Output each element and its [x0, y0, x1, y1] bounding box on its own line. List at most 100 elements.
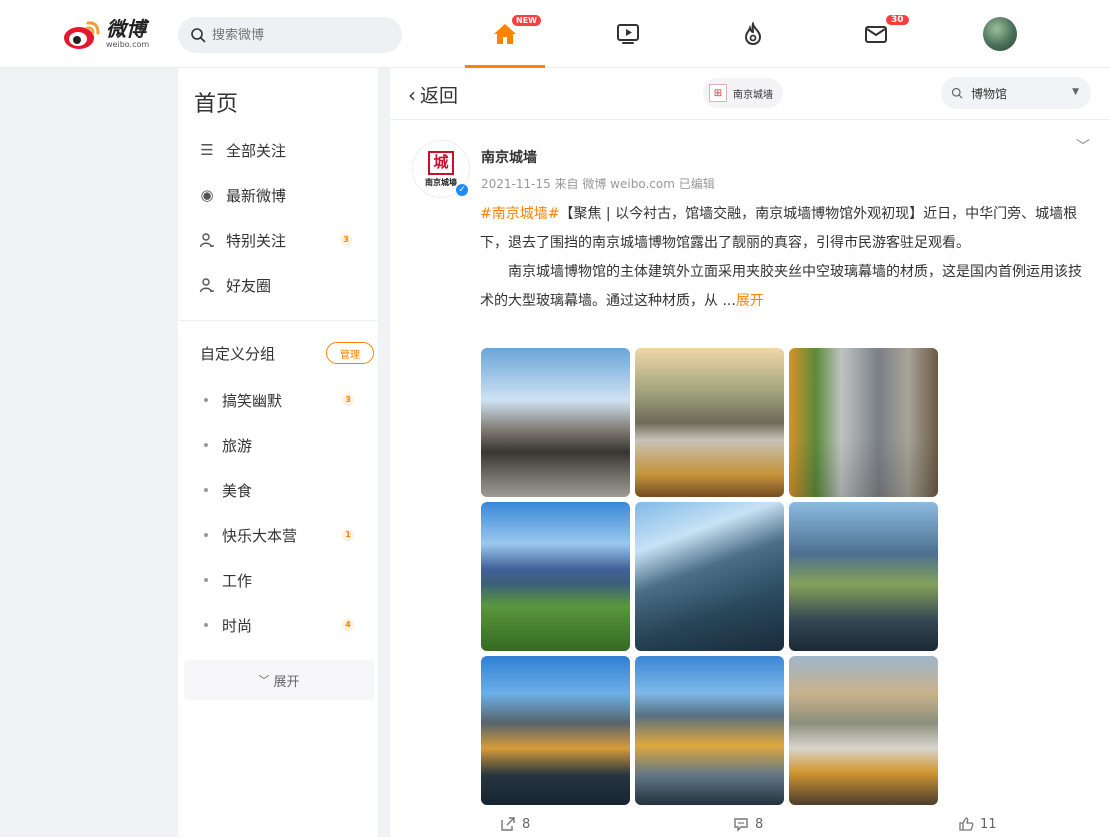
logo-text: 微博: [106, 17, 146, 41]
top-navigation-bar: 微博 weibo.com NEW: [0, 0, 1110, 68]
seal-logo-icon: 城: [428, 150, 454, 175]
post-text-2: 南京城墙博物馆的主体建筑外立面采用夹胶夹丝中空玻璃幕墙的材质，这是国内首例运用该…: [480, 264, 1082, 309]
post-photo[interactable]: [481, 656, 630, 805]
weibo-eye-icon: [64, 21, 100, 49]
left-sidebar: 首页 ☰ 全部关注 ◉ 最新微博 特别关注 3 好友圈 自定义分组 管理 搞笑幽…: [178, 68, 378, 837]
thumbs-up-icon: [959, 817, 974, 831]
global-search[interactable]: [178, 17, 402, 53]
post-photo[interactable]: [481, 502, 630, 651]
post-photo[interactable]: [481, 348, 630, 497]
post-text-1: 【聚焦 | 以今衬古，馆墙交融，南京城墙博物馆外观初现】近日，中华门旁、城墙根下…: [480, 206, 1078, 251]
bullet-icon: [204, 533, 208, 537]
unread-count-badge: 3: [342, 394, 354, 406]
group-item-travel[interactable]: 旅游: [200, 430, 370, 460]
nav-video[interactable]: [588, 0, 668, 68]
caret-down-icon[interactable]: ▼: [1072, 87, 1079, 97]
in-page-search[interactable]: 博物馆 ▼: [941, 77, 1091, 109]
comment-icon: [734, 818, 748, 832]
group-item-work[interactable]: 工作: [200, 565, 370, 595]
user-group-icon: [198, 276, 216, 294]
sidebar-item-label: 最新微博: [226, 186, 287, 205]
chevron-down-icon[interactable]: ﹀: [1076, 136, 1090, 156]
group-item-label: 快乐大本营: [222, 526, 298, 545]
group-item-happy-camp[interactable]: 快乐大本营 1: [200, 520, 370, 550]
group-item-humor[interactable]: 搞笑幽默 3: [200, 385, 370, 415]
nav-messages[interactable]: 30: [836, 0, 916, 68]
group-item-fashion[interactable]: 时尚 4: [200, 610, 370, 640]
comment-count: 8: [755, 816, 764, 832]
user-star-icon: [198, 231, 216, 249]
sidebar-divider: [178, 320, 378, 321]
mail-icon: [865, 26, 887, 43]
post-body: #南京城墙#【聚焦 | 以今衬古，馆墙交融，南京城墙博物馆外观初现】近日，中华门…: [480, 200, 1094, 316]
topic-tag[interactable]: ⊞ 南京城墙: [703, 78, 783, 108]
list-icon: ☰: [200, 141, 214, 159]
repost-count: 8: [522, 816, 531, 832]
chevron-left-icon: ‹: [408, 82, 416, 107]
bullet-icon: [204, 443, 208, 447]
group-item-label: 美食: [222, 481, 253, 500]
repost-icon: [501, 817, 515, 831]
manage-groups-button[interactable]: 管理: [326, 342, 374, 364]
post-photo[interactable]: [789, 656, 938, 805]
nav-profile[interactable]: [960, 0, 1040, 68]
repost-button[interactable]: 8: [500, 816, 530, 832]
sidebar-item-label: 特别关注: [226, 231, 287, 250]
post-photo[interactable]: [635, 656, 784, 805]
bullet-icon: [204, 578, 208, 582]
logo-domain: weibo.com: [106, 40, 150, 49]
like-button[interactable]: 11: [958, 816, 997, 832]
feed-header: ‹ 返回 ⊞ 南京城墙 博物馆 ▼: [390, 68, 1110, 120]
like-count: 11: [980, 816, 997, 832]
video-icon: [617, 24, 639, 44]
custom-groups-title: 自定义分组: [200, 345, 276, 363]
search-icon: [951, 87, 963, 99]
group-item-food[interactable]: 美食: [200, 475, 370, 505]
sidebar-item-label: 好友圈: [226, 276, 272, 295]
search-value: 博物馆: [971, 86, 1008, 101]
post-actions: 8 8 11: [390, 816, 1110, 836]
group-item-label: 搞笑幽默: [222, 391, 283, 410]
sidebar-item-friends-circle[interactable]: 好友圈: [198, 270, 368, 300]
post-paragraph: 南京城墙博物馆的主体建筑外立面采用夹胶夹丝中空玻璃幕墙的材质，这是国内首例运用该…: [480, 258, 1094, 316]
back-label: 返回: [420, 85, 459, 107]
sidebar-item-special-follow[interactable]: 特别关注 3: [198, 225, 368, 255]
radio-icon: ◉: [200, 186, 214, 204]
post-photo[interactable]: [789, 502, 938, 651]
flame-icon: [744, 22, 762, 46]
tag-logo-icon: ⊞: [709, 84, 727, 102]
hashtag-link[interactable]: #南京城墙#: [480, 206, 559, 222]
user-avatar[interactable]: [983, 17, 1017, 51]
message-count-badge: 30: [885, 14, 910, 26]
unread-count-badge: 3: [340, 234, 352, 246]
photo-grid: [481, 348, 939, 805]
new-badge: NEW: [511, 14, 542, 27]
sidebar-item-all-following[interactable]: ☰ 全部关注: [198, 135, 368, 165]
post-photo[interactable]: [635, 502, 784, 651]
verified-icon: ✓: [454, 182, 470, 198]
expand-text-link[interactable]: 展开: [736, 293, 764, 309]
main-feed: ‹ 返回 ⊞ 南京城墙 博物馆 ▼ 城 南京城墙 ✓ 南京城墙 2021-11-…: [390, 68, 1110, 837]
post-meta: 2021-11-15 来自 微博 weibo.com 已编辑: [481, 177, 715, 191]
author-name[interactable]: 南京城墙: [481, 147, 537, 167]
weibo-logo[interactable]: 微博 weibo.com: [62, 14, 149, 54]
bullet-icon: [204, 488, 208, 492]
bullet-icon: [204, 398, 208, 402]
expand-groups-button[interactable]: ﹀ 展开: [184, 660, 374, 700]
back-button[interactable]: ‹ 返回: [408, 81, 458, 108]
post-photo[interactable]: [789, 348, 938, 497]
tag-label: 南京城墙: [733, 89, 773, 101]
search-input[interactable]: [212, 27, 382, 43]
group-item-label: 时尚: [222, 616, 253, 635]
nav-home[interactable]: NEW: [465, 0, 545, 68]
group-item-label: 旅游: [222, 436, 253, 455]
expand-label: 展开: [273, 674, 300, 690]
avatar-caption: 南京城墙: [425, 177, 457, 187]
post-photo[interactable]: [635, 348, 784, 497]
sidebar-item-latest[interactable]: ◉ 最新微博: [198, 180, 368, 210]
nav-hot[interactable]: [713, 0, 793, 68]
unread-count-badge: 4: [342, 619, 354, 631]
bullet-icon: [204, 623, 208, 627]
comment-button[interactable]: 8: [733, 816, 763, 832]
chevron-down-icon: ﹀: [258, 674, 270, 687]
